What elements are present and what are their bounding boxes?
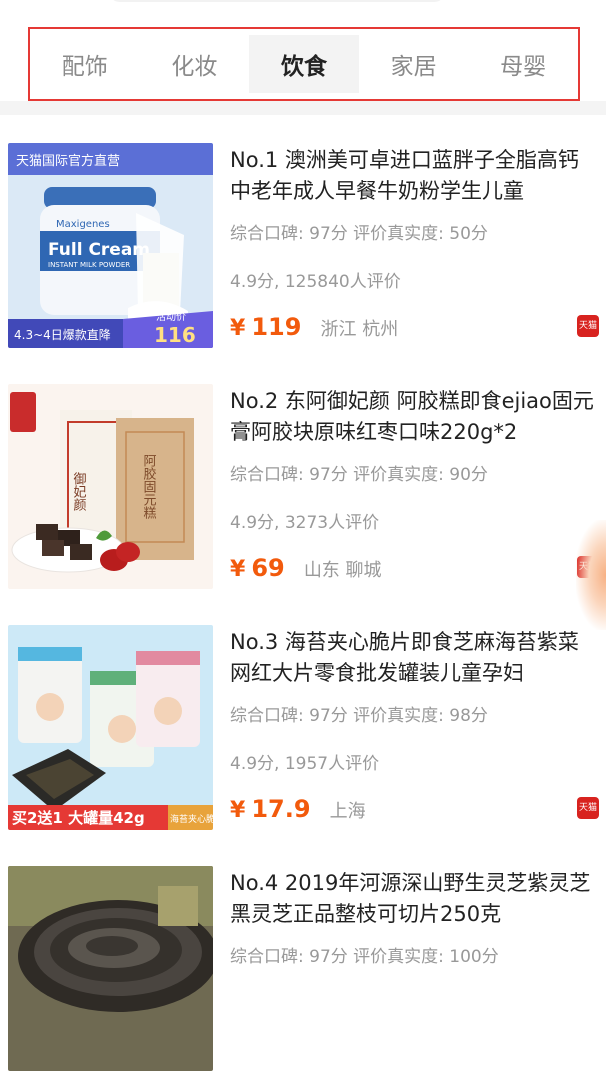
can-subtitle-text: INSTANT MILK POWDER [48,261,130,269]
product-reputation: 综合口碑: 97分 评价真实度: 90分 [230,465,488,484]
product-item[interactable]: 天猫国际官方直营 Maxigenes Full Cream INSTANT MI… [0,115,606,356]
product-item[interactable]: 买2送1 大罐量42g 海苔夹心脆 No.3 海苔夹心脆片即食芝麻海苔紫菜网红大… [0,597,606,838]
side-text: 海苔夹心脆 [170,813,213,825]
price-value: 69 [251,554,285,582]
price-value: 17.9 [251,795,311,823]
product-rating: 4.9分, 3273人评价 [230,513,380,533]
brand-text: Maxigenes [56,219,110,230]
promo-text: 买2送1 大罐量42g [12,809,145,827]
price-row: ¥17.9 上海 天猫 [230,795,599,825]
product-title[interactable]: No.1 澳洲美可卓进口蓝胖子全脂高钙中老年成人早餐牛奶粉学生儿童 [230,145,594,207]
price-row: ¥69 山东 聊城 天猫 [230,554,599,584]
tab-accessories[interactable]: 配饰 [30,35,140,93]
product-item[interactable]: No.4 2019年河源深山野生灵芝紫灵芝黑灵芝正品整枝可切片250克 综合口碑… [0,838,606,1079]
product-info: No.4 2019年河源深山野生灵芝紫灵芝黑灵芝正品整枝可切片250克 综合口碑… [230,868,594,966]
currency-symbol: ¥ [230,557,246,582]
category-tabs: 配饰 化妆 饮食 家居 母婴 [28,27,580,101]
can-title-text: Full Cream [48,240,150,260]
tmall-badge-icon: 天猫 [577,797,599,819]
tab-baby[interactable]: 母婴 [468,35,578,93]
product-price: ¥119 [230,313,301,341]
tab-makeup[interactable]: 化妆 [140,35,250,93]
search-bar-edge[interactable] [108,0,446,2]
product-title[interactable]: No.3 海苔夹心脆片即食芝麻海苔紫菜网红大片零食批发罐装儿童孕妇 [230,627,594,689]
product-location: 山东 聊城 [303,560,382,581]
product-location: 上海 [329,801,366,822]
promo-text: 4.3~4日爆款直降 [14,328,111,342]
product-info: No.1 澳洲美可卓进口蓝胖子全脂高钙中老年成人早餐牛奶粉学生儿童 综合口碑: … [230,145,599,343]
product-location: 浙江 杭州 [320,319,399,340]
bag-text: 御妃颜 [71,472,87,511]
product-rating: 4.9分, 1957人评价 [230,754,380,774]
product-price: ¥69 [230,554,285,582]
promo-price: 116 [154,323,196,347]
product-title[interactable]: No.2 东阿御妃颜 阿胶糕即食ejiao固元膏阿胶块原味红枣口味220g*2 [230,386,594,448]
product-image-seaweed-snack[interactable]: 买2送1 大罐量42g 海苔夹心脆 [8,625,213,830]
product-price: ¥17.9 [230,795,311,823]
currency-symbol: ¥ [230,316,246,341]
tab-food[interactable]: 饮食 [249,35,359,93]
bag-text-2: 阿胶固元糕 [141,454,157,519]
promo-price-label: 活动价 [156,311,186,323]
product-reputation: 综合口碑: 97分 评价真实度: 50分 [230,224,488,243]
floating-edge-widget[interactable] [576,520,606,630]
product-reputation: 综合口碑: 97分 评价真实度: 100分 [230,947,499,966]
tab-home[interactable]: 家居 [359,35,469,93]
currency-symbol: ¥ [230,798,246,823]
price-row: ¥119 浙江 杭州 天猫 [230,313,599,343]
product-item[interactable]: 御妃颜 阿胶固元糕 No.2 东阿御妃颜 阿胶糕即食ejiao固元膏阿胶块原味红… [0,356,606,597]
product-list: 天猫国际官方直营 Maxigenes Full Cream INSTANT MI… [0,115,606,1079]
product-title[interactable]: No.4 2019年河源深山野生灵芝紫灵芝黑灵芝正品整枝可切片250克 [230,868,594,930]
product-reputation: 综合口碑: 97分 评价真实度: 98分 [230,706,488,725]
product-info: No.3 海苔夹心脆片即食芝麻海苔紫菜网红大片零食批发罐装儿童孕妇 综合口碑: … [230,627,599,825]
product-image-milk-powder[interactable]: 天猫国际官方直营 Maxigenes Full Cream INSTANT MI… [8,143,213,348]
product-info: No.2 东阿御妃颜 阿胶糕即食ejiao固元膏阿胶块原味红枣口味220g*2 … [230,386,599,584]
product-image-lingzhi[interactable] [8,866,213,1071]
section-divider [0,101,606,115]
store-banner-text: 天猫国际官方直营 [16,153,120,169]
product-image-ejiao-cake[interactable]: 御妃颜 阿胶固元糕 [8,384,213,589]
product-rating: 4.9分, 125840人评价 [230,272,401,292]
tmall-badge-icon: 天猫 [577,315,599,337]
price-value: 119 [251,313,302,341]
